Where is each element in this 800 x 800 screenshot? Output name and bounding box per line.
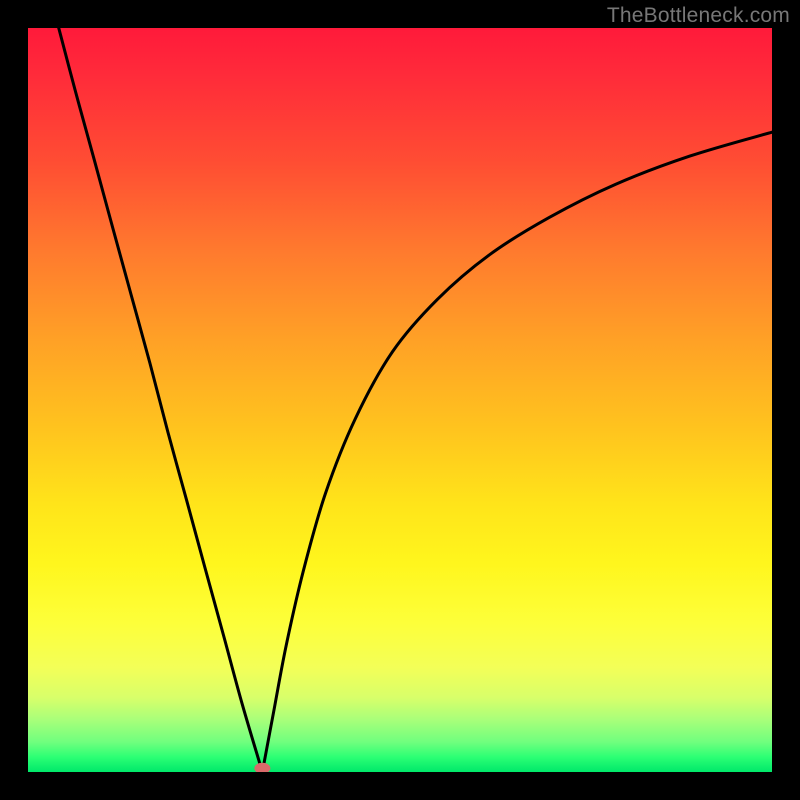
watermark-text: TheBottleneck.com [607, 4, 790, 28]
curve-right-branch [262, 132, 772, 772]
vertex-marker [254, 763, 270, 772]
plot-area [28, 28, 772, 772]
bottleneck-curve [28, 28, 772, 772]
curve-left-branch [58, 28, 263, 772]
chart-frame: TheBottleneck.com [0, 0, 800, 800]
